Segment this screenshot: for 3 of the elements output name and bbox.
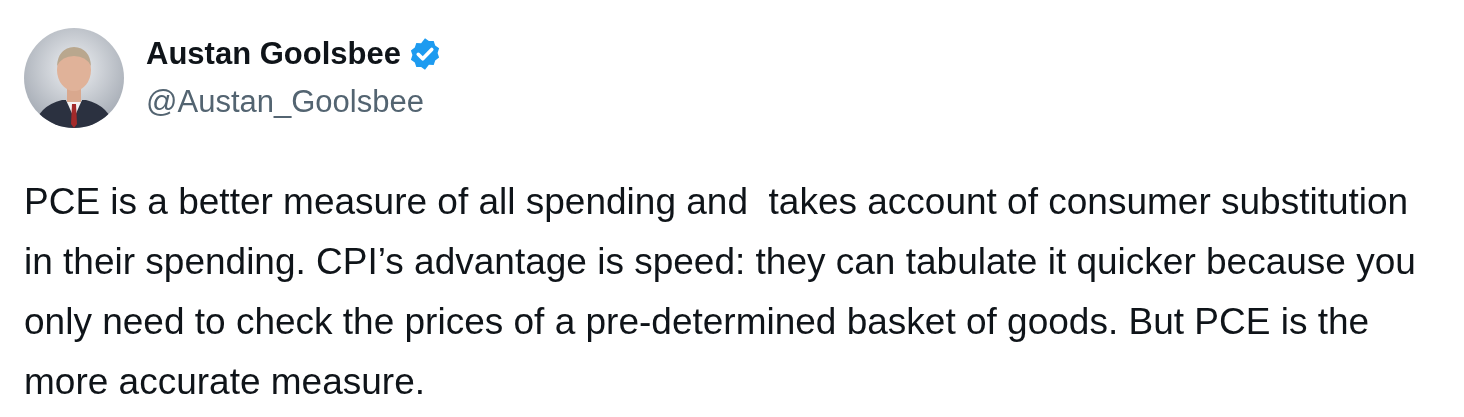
author-name[interactable]: Austan Goolsbee (146, 36, 401, 72)
post-text: PCE is a better measure of all spending and takes account of consumer substitution in their spending. CPI’s advantage is speed: they can tabulate it quicker because you only need to check the prices of a pre-determined basket of goods. But PCE is the more accurate measure. (24, 180, 1417, 404)
author-handle[interactable]: @Austan_Goolsbee (146, 84, 443, 120)
